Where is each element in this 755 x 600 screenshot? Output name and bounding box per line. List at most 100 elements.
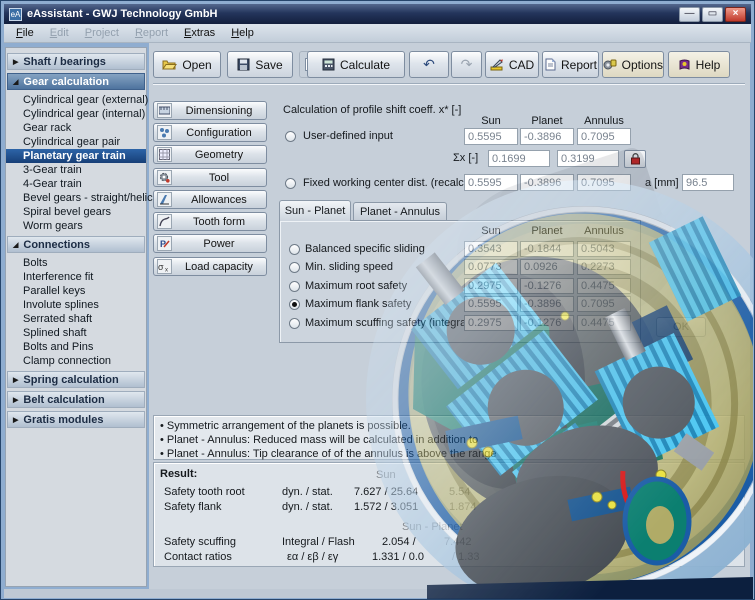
sidebar-item-involute-splines[interactable]: Involute splines	[6, 298, 146, 312]
collapsed-arrow-icon: ▶	[13, 396, 18, 404]
sigma-field-1[interactable]	[488, 150, 550, 167]
undo-button[interactable]: ↶	[409, 51, 449, 78]
load-capacity-button[interactable]: σxLoad capacity	[153, 257, 267, 276]
result-row-faint: 7.442	[444, 536, 472, 548]
menu-report: Report	[127, 25, 176, 41]
root-sun-field[interactable]	[464, 278, 518, 294]
tab-sun-planet[interactable]: Sun - Planet	[279, 200, 351, 221]
sidebar-item-parallel-keys[interactable]: Parallel keys	[6, 284, 146, 298]
sidebar-item-bolts[interactable]: Bolts	[6, 256, 146, 270]
min-sliding-speed-radio[interactable]	[289, 262, 300, 273]
open-button[interactable]: Open	[153, 51, 221, 78]
flank-annulus-field[interactable]	[577, 296, 631, 312]
result-row-values: 1.572 / 3.051	[354, 501, 418, 513]
sidebar-item-interference-fit[interactable]: Interference fit	[6, 270, 146, 284]
fixed-sun-field[interactable]	[464, 174, 518, 191]
scuffing-sun-field[interactable]	[464, 315, 518, 331]
lock-button[interactable]	[624, 150, 646, 168]
scuffing-annulus-field[interactable]	[577, 315, 631, 331]
sidebar-item-planetary-gear-train[interactable]: Planetary gear train	[6, 149, 146, 163]
sidebar-item-worm-gears[interactable]: Worm gears	[6, 219, 146, 233]
criteria-header-annulus: Annulus	[577, 225, 631, 237]
help-button[interactable]: Help	[668, 51, 730, 78]
balanced-sliding-radio[interactable]	[289, 244, 300, 255]
sigma-field-2[interactable]	[557, 150, 619, 167]
options-button[interactable]: Options	[602, 51, 664, 78]
sidebar-item-bolts-and-pins[interactable]: Bolts and Pins	[6, 340, 146, 354]
close-button[interactable]: ×	[725, 7, 746, 22]
max-scuffing-safety-radio[interactable]	[289, 318, 300, 329]
criteria-header-planet: Planet	[520, 225, 574, 237]
report-icon	[544, 58, 556, 71]
root-planet-field[interactable]	[520, 278, 574, 294]
result-row-faint: 5.54	[449, 486, 470, 498]
user-sun-field[interactable]	[464, 128, 518, 145]
sidebar-section-gratis-modules[interactable]: ▶Gratis modules	[7, 411, 145, 428]
sidebar-section-gear-calculation[interactable]: ◢Gear calculation	[7, 73, 145, 90]
minspeed-annulus-field[interactable]	[577, 259, 631, 275]
minspeed-sun-field[interactable]	[464, 259, 518, 275]
allowances-button[interactable]: Allowances	[153, 190, 267, 209]
power-button[interactable]: PPower	[153, 234, 267, 253]
criteria-header-sun: Sun	[464, 225, 518, 237]
flank-sun-field[interactable]	[464, 296, 518, 312]
fixed-annulus-field[interactable]	[577, 174, 631, 191]
dimensioning-button[interactable]: Dimensioning	[153, 101, 267, 120]
undo-icon: ↶	[423, 56, 435, 73]
geometry-button[interactable]: Geometry	[153, 145, 267, 164]
max-root-safety-radio[interactable]	[289, 281, 300, 292]
scuffing-planet-field[interactable]	[520, 315, 574, 331]
collapsed-arrow-icon: ▶	[13, 376, 18, 384]
menu-extras[interactable]: Extras	[176, 25, 223, 41]
tool-button[interactable]: Tool	[153, 168, 267, 187]
fixed-planet-field[interactable]	[520, 174, 574, 191]
cad-icon	[490, 58, 504, 71]
sidebar-item-3-gear-train[interactable]: 3-Gear train	[6, 163, 146, 177]
save-button[interactable]: Save	[227, 51, 293, 78]
sidebar-item-4-gear-train[interactable]: 4-Gear train	[6, 177, 146, 191]
user-annulus-field[interactable]	[577, 128, 631, 145]
balanced-planet-field[interactable]	[520, 241, 574, 257]
sidebar-section-belt-calculation[interactable]: ▶Belt calculation	[7, 391, 145, 408]
calculate-button[interactable]: Calculate	[307, 51, 405, 78]
fixed-center-radio[interactable]	[285, 178, 296, 189]
redo-button[interactable]: ↷	[451, 51, 482, 78]
sidebar-item-clamp-connection[interactable]: Clamp connection	[6, 354, 146, 368]
result-row-mode: dyn. / stat.	[282, 501, 333, 513]
tab-planet-annulus[interactable]: Planet - Annulus	[353, 202, 447, 221]
lock-icon	[630, 153, 641, 165]
user-planet-field[interactable]	[520, 128, 574, 145]
sidebar-section-connections[interactable]: ◢Connections	[7, 236, 145, 253]
flank-planet-field[interactable]	[520, 296, 574, 312]
balanced-sun-field[interactable]	[464, 241, 518, 257]
balanced-sliding-label: Balanced specific sliding	[305, 243, 425, 255]
configuration-button[interactable]: Configuration	[153, 123, 267, 142]
sidebar-item-cylindrical-gear-pair[interactable]: Cylindrical gear pair	[6, 135, 146, 149]
minspeed-planet-field[interactable]	[520, 259, 574, 275]
balanced-annulus-field[interactable]	[577, 241, 631, 257]
report-button[interactable]: Report	[542, 51, 599, 78]
menu-help[interactable]: Help	[223, 25, 262, 41]
result-row-values: 2.054 /	[382, 536, 416, 548]
sidebar-section-spring-calculation[interactable]: ▶Spring calculation	[7, 371, 145, 388]
sidebar-item-spiral-bevel-gears[interactable]: Spiral bevel gears	[6, 205, 146, 219]
root-annulus-field[interactable]	[577, 278, 631, 294]
sidebar-item-cylindrical-gear-external[interactable]: Cylindrical gear (external)	[6, 93, 146, 107]
minimize-button[interactable]: —	[679, 7, 700, 22]
sidebar-item-cylindrical-gear-internal[interactable]: Cylindrical gear (internal)	[6, 107, 146, 121]
center-distance-field[interactable]	[682, 174, 734, 191]
tooth-form-button[interactable]: Tooth form	[153, 212, 267, 231]
max-flank-safety-radio[interactable]	[289, 299, 300, 310]
expanded-arrow-icon: ◢	[13, 78, 18, 86]
sidebar-item-splined-shaft[interactable]: Splined shaft	[6, 326, 146, 340]
ok-button[interactable]: OK	[656, 317, 706, 337]
sidebar-section-shaft-bearings[interactable]: ▶Shaft / bearings	[7, 53, 145, 70]
sidebar-item-bevel-gears[interactable]: Bevel gears - straight/helical	[6, 191, 146, 205]
user-defined-radio[interactable]	[285, 131, 296, 142]
redo-icon: ↷	[461, 56, 473, 73]
menu-file[interactable]: File	[8, 25, 42, 41]
maximize-button[interactable]: ▭	[702, 7, 723, 22]
cad-button[interactable]: CAD	[485, 51, 539, 78]
sidebar-item-serrated-shaft[interactable]: Serrated shaft	[6, 312, 146, 326]
sidebar-item-gear-rack[interactable]: Gear rack	[6, 121, 146, 135]
